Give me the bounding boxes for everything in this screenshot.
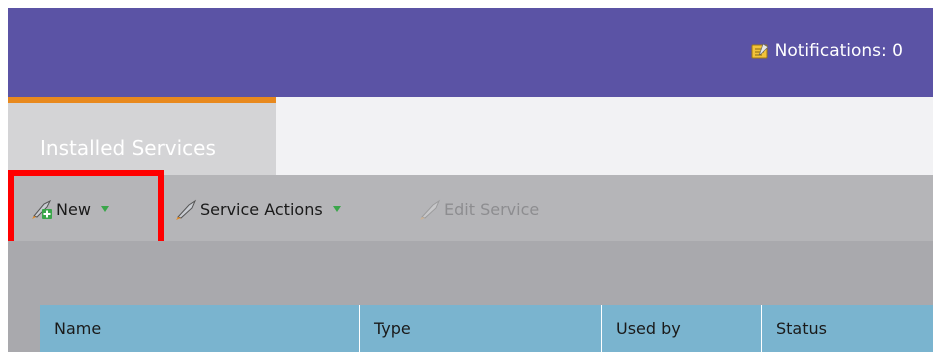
tab-label: Installed Services <box>40 136 216 160</box>
column-header-name[interactable]: Name <box>40 305 360 352</box>
table-header: Name Type Used by Status <box>40 305 933 352</box>
notifications-label: Notifications: 0 <box>774 41 903 61</box>
edit-service-label: Edit Service <box>444 199 540 219</box>
service-actions-label: Service Actions <box>200 199 323 219</box>
toolbar: New Service Actions Edit Service <box>8 175 933 241</box>
column-header-type[interactable]: Type <box>360 305 602 352</box>
notepad-icon <box>751 43 769 59</box>
chevron-down-icon <box>100 206 109 212</box>
column-header-status[interactable]: Status <box>762 305 933 352</box>
new-label: New <box>56 199 91 219</box>
edit-service-button[interactable]: Edit Service <box>418 198 539 220</box>
top-header-bar: Notifications: 0 <box>8 8 933 97</box>
rocket-add-icon <box>30 198 54 220</box>
chevron-down-icon <box>332 206 341 212</box>
tab-strip: Installed Services <box>8 97 933 175</box>
tab-installed-services[interactable]: Installed Services <box>8 97 276 175</box>
column-header-used-by[interactable]: Used by <box>602 305 762 352</box>
rocket-icon <box>174 198 198 220</box>
new-button[interactable]: New <box>30 198 109 220</box>
notifications-link[interactable]: Notifications: 0 <box>751 41 903 61</box>
service-actions-button[interactable]: Service Actions <box>174 198 341 220</box>
rocket-edit-icon <box>418 198 442 220</box>
